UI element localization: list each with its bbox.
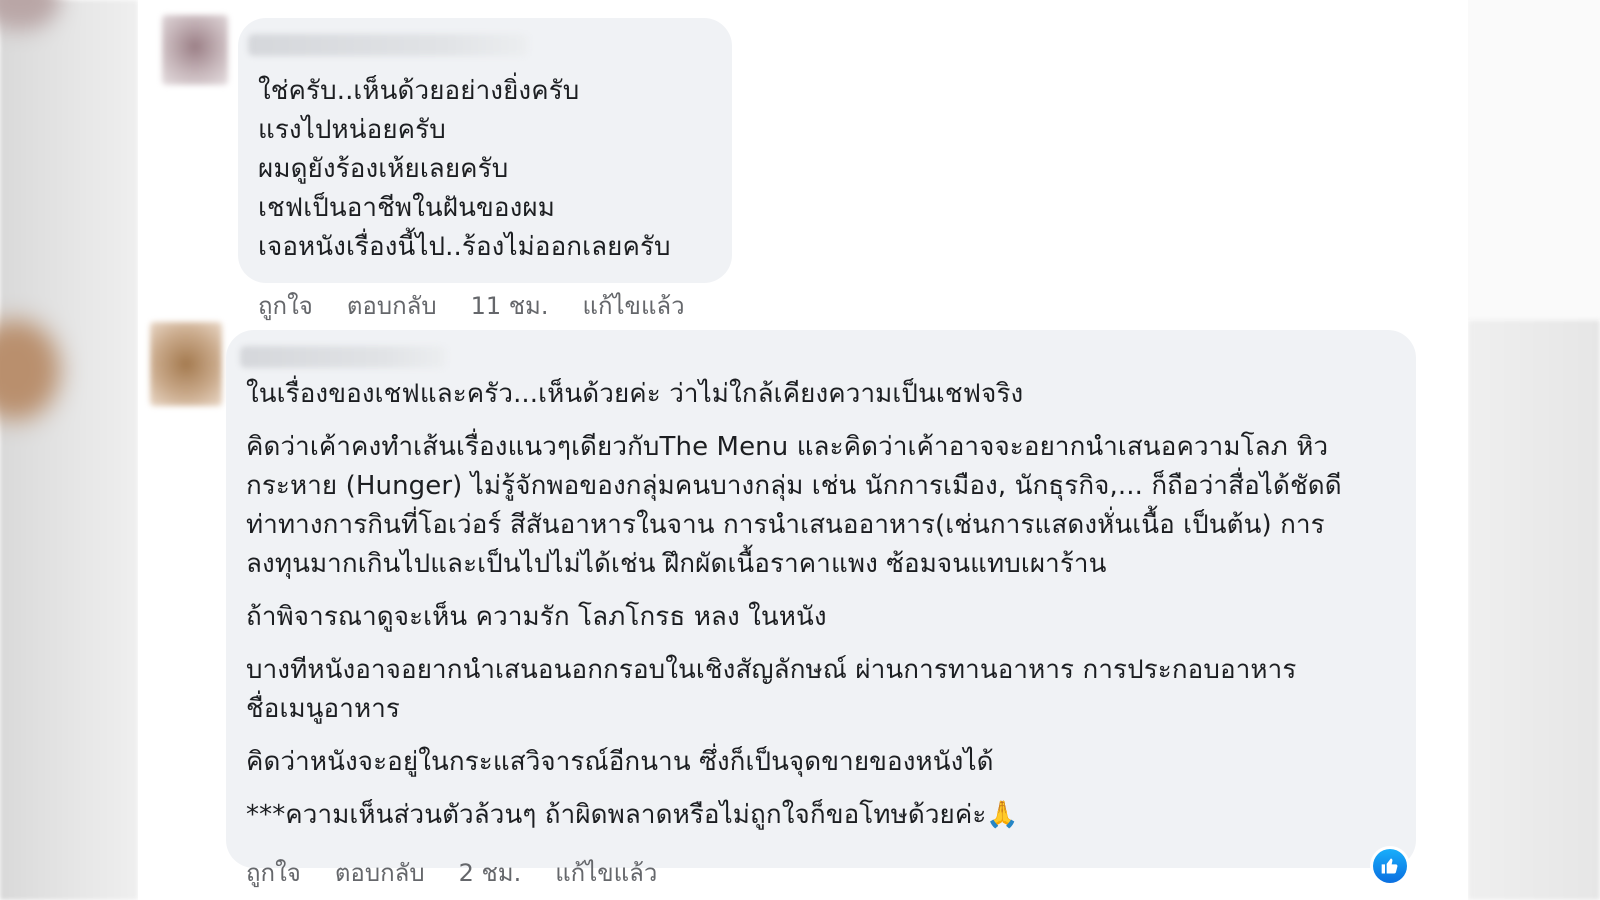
comment-line: ถ้าพิจารณาดูจะเห็น ความรัก โลภโกรธ หลง ใ… bbox=[246, 602, 827, 632]
comment-line: ใช่ครับ..เห็นด้วยอย่างยิ่งครับ bbox=[258, 76, 580, 106]
comment-actions: ถูกใจ ตอบกลับ 11 ชม. แก้ไขแล้ว bbox=[258, 286, 719, 325]
author-name-blurred[interactable] bbox=[240, 346, 446, 368]
reply-link[interactable]: ตอบกลับ bbox=[335, 853, 425, 892]
folded-hands-emoji-icon: 🙏 bbox=[986, 800, 1019, 830]
like-link[interactable]: ถูกใจ bbox=[246, 853, 301, 892]
background-right-top bbox=[1452, 0, 1600, 320]
edited-label[interactable]: แก้ไขแล้ว bbox=[555, 853, 657, 892]
comment-line: คิดว่าหนังจะอยู่ในกระแสวิจารณ์อีกนาน ซึ่… bbox=[246, 747, 994, 777]
comment-line: กระหาย (Hunger) ไม่รู้จักพอของกลุ่มคนบาง… bbox=[246, 471, 1342, 501]
edited-label[interactable]: แก้ไขแล้ว bbox=[582, 286, 684, 325]
comment-line: คิดว่าเค้าคงทำเส้นเรื่องแนวๆเดียวกับThe … bbox=[246, 432, 1329, 462]
avatar[interactable] bbox=[162, 15, 228, 85]
comment-line: ในเรื่องของเชฟและครัว...เห็นด้วยค่ะ ว่าไ… bbox=[246, 379, 1024, 409]
comment-line: ลงทุนมากเกินไปและเป็นไปไม่ได้เช่น ฝึกผัด… bbox=[246, 549, 1107, 579]
blurred-background-right bbox=[1468, 320, 1600, 900]
blurred-background-left bbox=[0, 0, 138, 900]
blurred-avatar-left-middle bbox=[0, 320, 60, 420]
reply-link[interactable]: ตอบกลับ bbox=[347, 286, 437, 325]
comment-line: ท่าทางการกินที่โอเว่อร์ สีสันอาหารในจาน … bbox=[246, 510, 1325, 540]
thumbs-up-glyph bbox=[1381, 858, 1398, 874]
comment-text: ***ความเห็นส่วนตัวล้วนๆ ถ้าผิดพลาดหรือไม… bbox=[246, 800, 987, 830]
comment-actions: ถูกใจ ตอบกลับ 2 ชม. แก้ไขแล้ว bbox=[246, 853, 691, 892]
comment-line: ผมดูยังร้องเห้ยเลยครับ bbox=[258, 154, 509, 184]
avatar[interactable] bbox=[150, 322, 222, 406]
comment-line: ชื่อเมนูอาหาร bbox=[246, 694, 400, 724]
timestamp[interactable]: 11 ชม. bbox=[471, 286, 549, 325]
comment-line: เชฟเป็นอาชีพในฝันของผม bbox=[258, 193, 555, 223]
author-name-blurred[interactable] bbox=[248, 34, 528, 56]
like-link[interactable]: ถูกใจ bbox=[258, 286, 313, 325]
timestamp[interactable]: 2 ชม. bbox=[459, 853, 522, 892]
thumbs-up-icon bbox=[1373, 849, 1407, 883]
comment-line: บางทีหนังอาจอยากนำเสนอนอกกรอบในเชิงสัญลั… bbox=[246, 655, 1297, 685]
comment-line: แรงไปหน่อยครับ bbox=[258, 115, 446, 145]
comment-line-last: ***ความเห็นส่วนตัวล้วนๆ ถ้าผิดพลาดหรือไม… bbox=[246, 798, 1019, 832]
comment-line: เจอหนังเรื่องนี้ไป..ร้องไม่ออกเลยครับ bbox=[258, 232, 671, 262]
reaction-badge[interactable] bbox=[1370, 846, 1410, 886]
blurred-avatar-left-top bbox=[0, 0, 60, 30]
